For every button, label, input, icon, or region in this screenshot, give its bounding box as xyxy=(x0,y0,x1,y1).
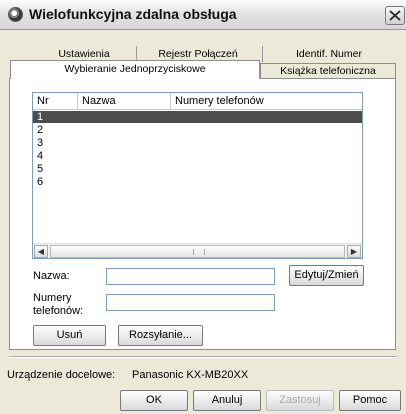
column-header-numery[interactable]: Numery telefonów xyxy=(171,93,362,109)
tab-ustawienia[interactable]: Ustawienia xyxy=(34,47,134,61)
tab-rejestr-polaczen[interactable]: Rejestr Połączeń xyxy=(138,47,258,61)
list-item[interactable]: 1 xyxy=(33,111,362,123)
scrollbar-thumb[interactable] xyxy=(50,245,345,258)
list-item[interactable]: 4 xyxy=(33,150,362,162)
cancel-button[interactable]: Anuluj xyxy=(193,390,261,411)
tab-wybieranie-jednoprzyciskowe[interactable]: Wybieranie Jednoprzyciskowe xyxy=(10,60,260,79)
list-item[interactable]: 5 xyxy=(33,163,362,175)
scrollbar-grip xyxy=(193,249,205,255)
list-item-nr: 6 xyxy=(37,176,44,188)
horizontal-scrollbar[interactable]: ◀ ▶ xyxy=(33,243,362,258)
close-button[interactable] xyxy=(385,6,405,25)
scroll-left-button[interactable]: ◀ xyxy=(34,245,48,258)
close-icon xyxy=(389,10,401,21)
title-bar: Wielofunkcyjna zdalna obsługa xyxy=(0,0,406,30)
list-item-nr: 5 xyxy=(37,163,44,175)
speed-dial-list[interactable]: Nr Nazwa Numery telefonów 1 2 3 4 5 6 ◀ … xyxy=(32,92,363,259)
column-header-nr[interactable]: Nr xyxy=(33,93,78,109)
tab-ksiazka-telefoniczna[interactable]: Książka telefoniczna xyxy=(260,63,396,79)
name-input[interactable] xyxy=(106,268,275,285)
name-label: Nazwa: xyxy=(33,270,70,282)
edit-change-button[interactable]: Edytuj/Zmień xyxy=(289,265,364,286)
list-item-nr: 1 xyxy=(37,111,44,123)
device-value: Panasonic KX-MB20XX xyxy=(132,369,249,381)
apply-button[interactable]: Zastosuj xyxy=(266,390,334,411)
help-button[interactable]: Pomoc xyxy=(339,390,401,411)
divider xyxy=(9,356,397,358)
broadcast-button[interactable]: Rozsyłanie... xyxy=(118,325,203,346)
column-header-nazwa[interactable]: Nazwa xyxy=(78,93,171,109)
delete-button[interactable]: Usuń xyxy=(33,325,106,346)
list-item[interactable]: 2 xyxy=(33,124,362,136)
ok-button[interactable]: OK xyxy=(120,390,188,411)
list-item-nr: 3 xyxy=(37,137,44,149)
scroll-right-button[interactable]: ▶ xyxy=(347,245,361,258)
device-label: Urządzenie docelowe: xyxy=(7,369,116,381)
list-item[interactable]: 3 xyxy=(33,137,362,149)
scroll-left-icon: ◀ xyxy=(37,247,45,256)
numbers-label-line1: Numery xyxy=(33,292,72,304)
list-header: Nr Nazwa Numery telefonów xyxy=(33,93,362,110)
tab-identif-numer[interactable]: Identif. Numer xyxy=(264,47,394,61)
list-item[interactable]: 6 xyxy=(33,176,362,188)
list-item-nr: 2 xyxy=(37,124,44,136)
numbers-label-line2: telefonów: xyxy=(33,305,84,317)
scroll-right-icon: ▶ xyxy=(350,247,358,256)
phone-numbers-input[interactable] xyxy=(106,294,275,311)
list-item-nr: 4 xyxy=(37,150,44,162)
tab-divider xyxy=(262,46,263,62)
window-title: Wielofunkcyjna zdalna obsługa xyxy=(29,6,237,22)
app-icon xyxy=(8,7,23,22)
